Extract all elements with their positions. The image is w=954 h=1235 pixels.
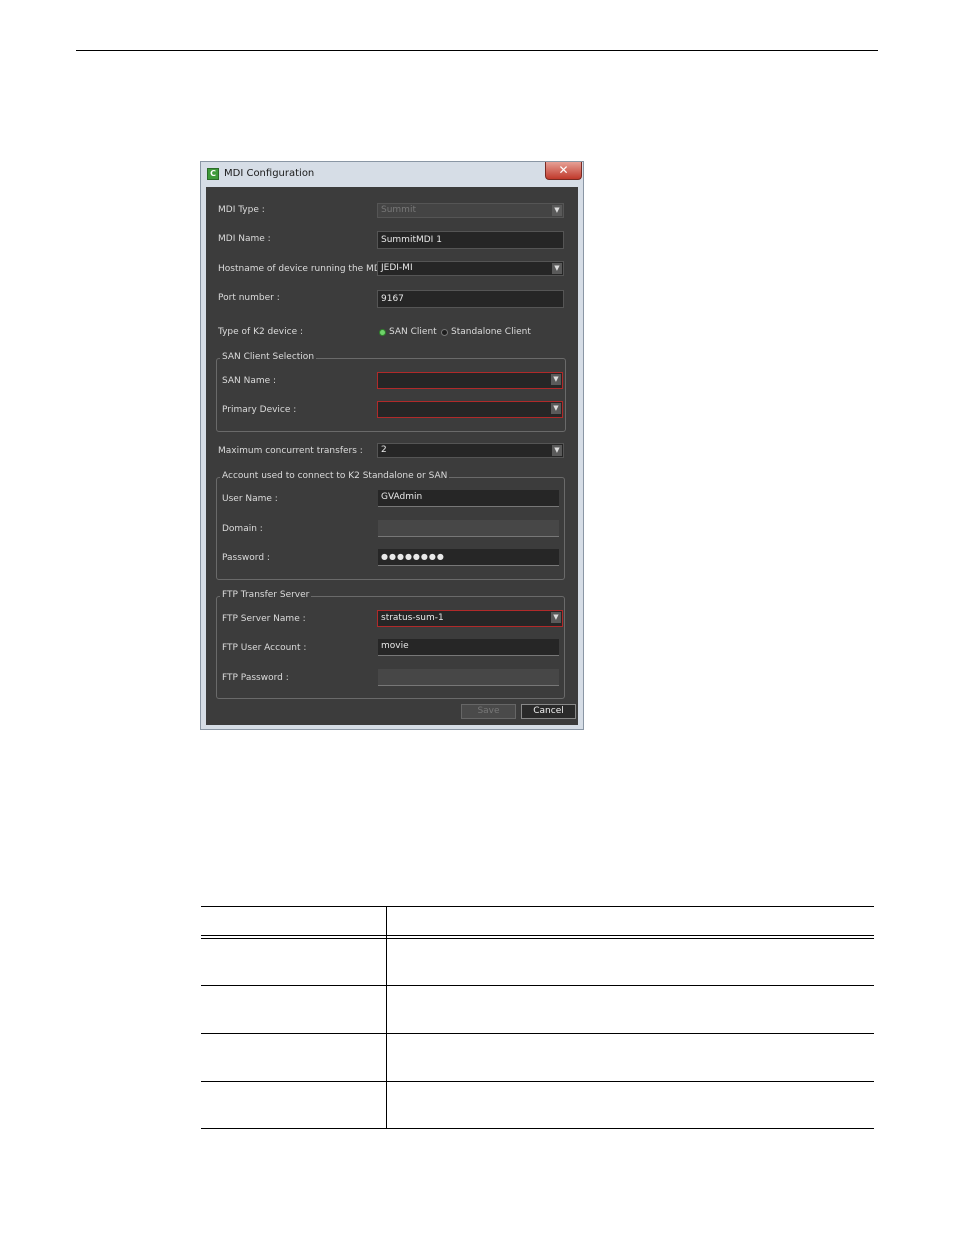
max-transfers-select[interactable]: 2 ▼ xyxy=(377,443,564,458)
account-group-title: Account used to connect to K2 Standalone… xyxy=(220,471,450,481)
table-header-rule xyxy=(201,935,874,936)
table-row-rule xyxy=(201,985,874,986)
ftp-server-name-value: stratus-sum-1 xyxy=(381,613,444,623)
ftp-user-account-label: FTP User Account : xyxy=(222,643,307,653)
mdi-name-input[interactable]: SummitMDI 1 xyxy=(377,231,564,249)
standalone-client-radio[interactable] xyxy=(441,329,448,336)
san-name-select[interactable]: ▼ xyxy=(377,372,563,389)
table-column-divider xyxy=(386,906,387,1129)
port-input[interactable]: 9167 xyxy=(377,290,564,308)
max-transfers-label: Maximum concurrent transfers : xyxy=(218,446,363,456)
cancel-button[interactable]: Cancel xyxy=(521,704,576,719)
ftp-password-label: FTP Password : xyxy=(222,673,289,683)
max-transfers-value: 2 xyxy=(381,445,387,455)
chevron-down-icon[interactable]: ▼ xyxy=(551,612,561,623)
san-name-label: SAN Name : xyxy=(222,376,277,386)
chevron-down-icon[interactable]: ▼ xyxy=(552,445,562,456)
ftp-user-account-input[interactable]: movie xyxy=(378,639,559,656)
chevron-down-icon[interactable]: ▼ xyxy=(551,374,561,385)
domain-input[interactable] xyxy=(378,520,559,537)
table-row-rule xyxy=(201,1033,874,1034)
mdi-name-label: MDI Name : xyxy=(218,234,271,244)
chevron-down-icon: ▼ xyxy=(552,205,562,216)
mdi-configuration-dialog: C MDI Configuration ✕ MDI Type : Summit … xyxy=(200,161,584,730)
user-name-input[interactable]: GVAdmin xyxy=(378,490,559,507)
app-icon: C xyxy=(207,168,219,180)
port-label: Port number : xyxy=(218,293,280,303)
close-button[interactable]: ✕ xyxy=(545,162,582,180)
table-top-rule xyxy=(201,906,874,907)
table-row-rule xyxy=(201,1081,874,1082)
user-name-label: User Name : xyxy=(222,494,278,504)
password-label: Password : xyxy=(222,553,270,563)
chevron-down-icon[interactable]: ▼ xyxy=(551,403,561,414)
page-top-rule xyxy=(76,50,878,51)
primary-device-label: Primary Device : xyxy=(222,405,297,415)
hostname-select[interactable]: JEDI-MI ▼ xyxy=(377,261,564,276)
standalone-client-radio-label[interactable]: Standalone Client xyxy=(451,327,531,337)
mdi-type-value: Summit xyxy=(381,205,416,215)
table-bottom-rule xyxy=(201,1128,874,1129)
dialog-body: MDI Type : Summit ▼ MDI Name : SummitMDI… xyxy=(206,187,578,725)
ftp-server-name-select[interactable]: stratus-sum-1 ▼ xyxy=(377,610,563,627)
mdi-type-label: MDI Type : xyxy=(218,205,265,215)
san-client-radio[interactable] xyxy=(379,329,386,336)
password-input[interactable]: ●●●●●●●● xyxy=(378,549,559,566)
k2-device-type-label: Type of K2 device : xyxy=(218,327,304,337)
save-button[interactable]: Save xyxy=(461,704,516,719)
title-bar[interactable]: C MDI Configuration ✕ xyxy=(201,162,583,186)
san-client-selection-group xyxy=(216,358,566,432)
san-client-selection-title: SAN Client Selection xyxy=(220,352,317,362)
ftp-password-input[interactable] xyxy=(378,669,559,686)
ftp-transfer-server-title: FTP Transfer Server xyxy=(220,590,312,600)
hostname-value: JEDI-MI xyxy=(381,263,413,273)
window-title: MDI Configuration xyxy=(224,168,315,179)
domain-label: Domain : xyxy=(222,524,263,534)
ftp-server-name-label: FTP Server Name : xyxy=(222,614,306,624)
chevron-down-icon[interactable]: ▼ xyxy=(552,263,562,274)
table-header-rule xyxy=(201,938,874,939)
hostname-label: Hostname of device running the MDI : xyxy=(218,264,390,274)
primary-device-select[interactable]: ▼ xyxy=(377,401,563,418)
mdi-type-select: Summit ▼ xyxy=(377,203,564,218)
san-client-radio-label[interactable]: SAN Client xyxy=(389,327,437,337)
